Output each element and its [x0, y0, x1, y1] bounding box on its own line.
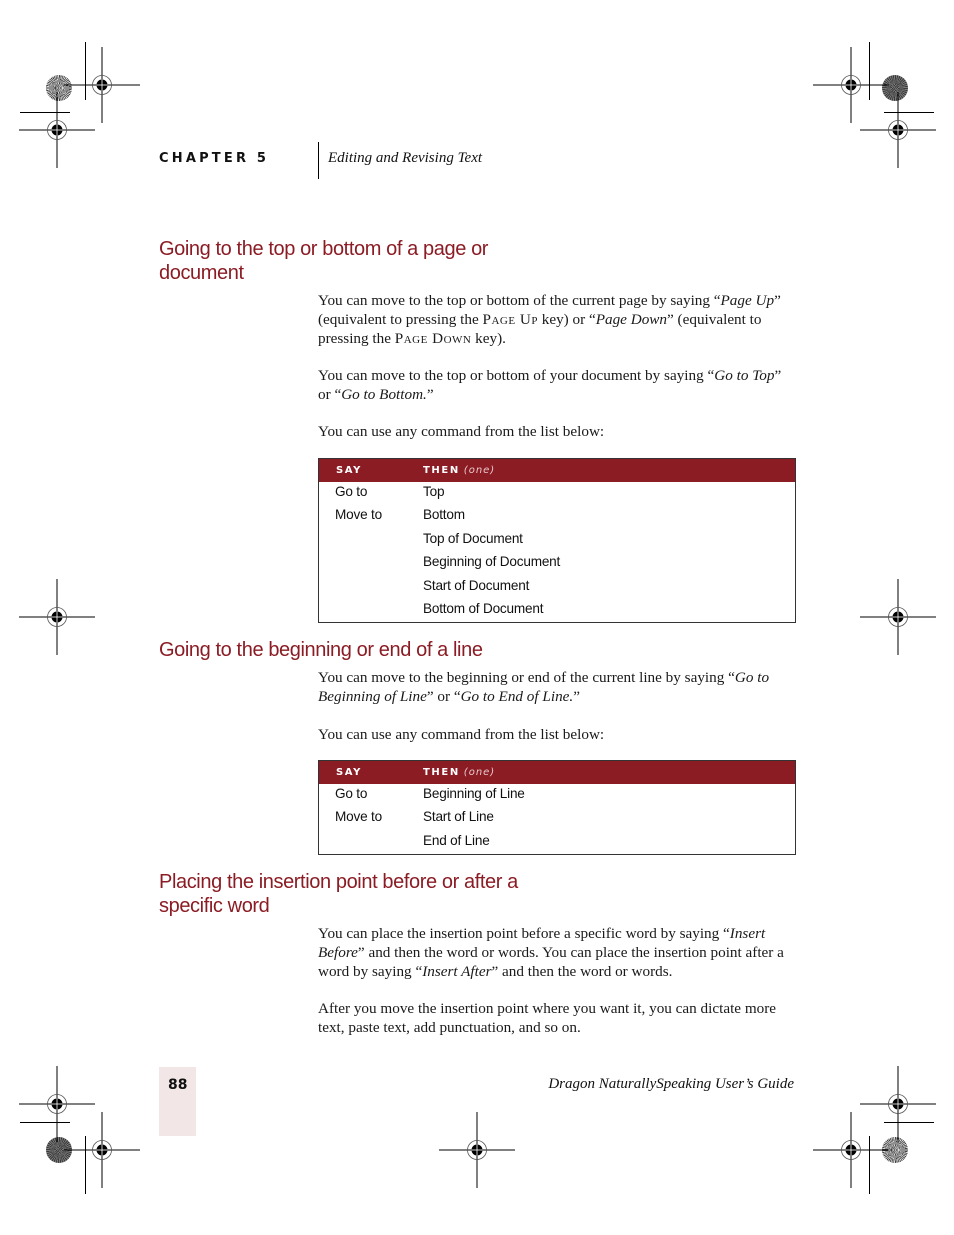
section-heading: Placing the insertion point before or af…: [159, 870, 559, 918]
registration-target-icon: [18, 578, 96, 656]
text-run: key).: [471, 329, 506, 347]
text-run: ”: [426, 385, 434, 403]
table-row: Beginning of Document: [319, 552, 795, 575]
then-cell: Start of Document: [423, 577, 530, 593]
paragraph: You can place the insertion point before…: [318, 925, 796, 981]
table-header: SAY THEN (one): [319, 459, 795, 482]
registration-target-icon: [859, 91, 937, 169]
registration-target-icon: [859, 578, 937, 656]
voice-command: Go to Bottom.: [341, 385, 427, 403]
heading-line: document: [159, 262, 244, 284]
voice-command: Go to End of Line.: [460, 687, 574, 705]
column-header-then: THEN (one): [423, 465, 495, 476]
voice-command: Page Down: [595, 310, 668, 328]
text-run: key) or “: [537, 310, 596, 328]
table-row: End of Line: [319, 831, 795, 854]
page-number: 88: [168, 1077, 188, 1093]
table-row: Top of Document: [319, 529, 795, 552]
text-run: You can move to the beginning or end of …: [318, 669, 735, 686]
heading-line: Going to the top or bottom of a page or: [159, 238, 489, 260]
column-header-then-label: THEN: [423, 767, 460, 778]
column-header-then-label: THEN: [423, 465, 460, 476]
voice-command: Insert After: [422, 962, 492, 980]
column-header-say: SAY: [336, 465, 363, 476]
then-cell: Start of Line: [423, 809, 494, 825]
then-cell: Beginning of Document: [423, 554, 561, 570]
section-heading: Going to the top or bottom of a page or …: [159, 237, 559, 285]
command-table: SAY THEN (one) Go to Top Move to Bottom Top…: [318, 458, 796, 624]
say-cell: Move to: [335, 809, 382, 825]
table-body: Go to Top Move to Bottom Top of Document B…: [319, 482, 795, 622]
table-header: SAY THEN (one): [319, 761, 795, 784]
say-cell: Move to: [335, 507, 382, 523]
say-cell: Go to: [335, 786, 368, 801]
header-divider: [318, 142, 319, 179]
voice-command: Page Up: [720, 292, 775, 309]
heading-line: Going to the beginning or end of a line: [159, 639, 483, 661]
column-header-note: (one): [463, 465, 496, 476]
registration-target-icon: [812, 1111, 890, 1189]
registration-target-icon: [18, 1065, 96, 1143]
registration-target-icon: [63, 46, 141, 124]
then-cell: Bottom: [423, 507, 465, 523]
table-row: Move to Start of Line: [319, 807, 795, 830]
heading-line: Placing the insertion point before or af…: [159, 871, 518, 893]
text-run: ” and then the word or words.: [491, 962, 673, 980]
registration-target-icon: [438, 1111, 516, 1189]
paragraph: You can move to the top or bottom of the…: [318, 292, 796, 348]
voice-command: Go to Top: [714, 367, 775, 384]
registration-target-icon: [18, 91, 96, 169]
paragraph: You can move to the top or bottom of you…: [318, 367, 796, 405]
then-cell: Top: [423, 484, 445, 499]
chapter-label: CHAPTER 5: [159, 151, 270, 166]
table-row: Bottom of Document: [319, 599, 795, 622]
then-cell: Beginning of Line: [423, 786, 525, 801]
text-run: You can place the insertion point before…: [318, 925, 730, 942]
then-cell: Top of Document: [423, 530, 523, 546]
text-run: ” or “: [426, 687, 461, 705]
paragraph: You can use any command from the list be…: [318, 423, 605, 440]
registration-target-icon: [63, 1111, 141, 1189]
book-title: Dragon NaturallySpeaking User’s Guide: [548, 1076, 794, 1092]
chapter-title: Editing and Revising Text: [328, 150, 483, 166]
heading-line: specific word: [159, 895, 270, 917]
text-run: You can move to the top or bottom of you…: [318, 367, 715, 384]
table-row: Go to Beginning of Line: [319, 784, 795, 807]
paragraph: You can move to the beginning or end of …: [318, 669, 796, 707]
column-header-then: THEN (one): [423, 767, 495, 778]
table-body: Go to Beginning of Line Move to Start of L…: [319, 784, 795, 854]
text-run: You can move to the top or bottom of the…: [318, 292, 721, 309]
key-name: Page Up: [482, 310, 538, 328]
paragraph: You can use any command from the list be…: [318, 726, 605, 743]
say-cell: Go to: [335, 484, 368, 499]
then-cell: End of Line: [423, 832, 490, 848]
key-name: Page Down: [394, 329, 472, 347]
table-row: Start of Document: [319, 576, 795, 599]
column-header-say: SAY: [336, 767, 363, 778]
then-cell: Bottom of Document: [423, 600, 544, 616]
paragraph: After you move the insertion point where…: [318, 1000, 777, 1036]
text-run: ”: [573, 687, 580, 705]
registration-target-icon: [859, 1065, 937, 1143]
registration-target-icon: [812, 46, 890, 124]
table-row: Go to Top: [319, 482, 795, 505]
command-table: SAY THEN (one) Go to Beginning of Line Mov…: [318, 760, 796, 856]
column-header-note: (one): [463, 767, 496, 778]
section-heading: Going to the beginning or end of a line: [159, 638, 659, 662]
table-row: Move to Bottom: [319, 505, 795, 528]
